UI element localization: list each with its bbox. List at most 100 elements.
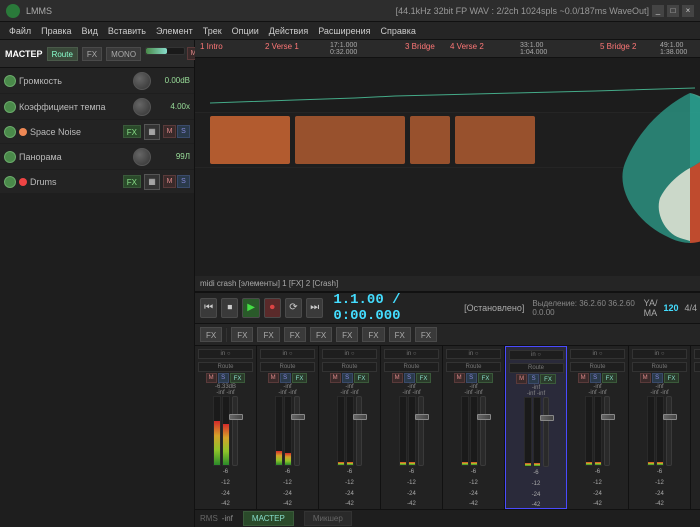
timeline-ruler[interactable]: 1 Intro 2 Verse 1 17:1.0000:32.000 3 Bri… <box>195 40 700 58</box>
ch8-mute[interactable]: M <box>640 373 651 383</box>
arrange-view[interactable]: 1 Intro 2 Verse 1 17:1.0000:32.000 3 Bri… <box>195 40 700 276</box>
ch8-fader[interactable] <box>666 396 672 466</box>
ch3-mute[interactable]: M <box>330 373 341 383</box>
mixer-fx3-button[interactable]: FX <box>284 327 306 342</box>
drums-clip-3[interactable] <box>410 116 450 164</box>
ch7-solo[interactable]: S <box>590 373 601 383</box>
ch4-mute[interactable]: M <box>392 373 403 383</box>
menu-options[interactable]: Опции <box>227 26 264 36</box>
ch5-fader-knob[interactable] <box>477 414 491 420</box>
ch5-solo[interactable]: S <box>466 373 477 383</box>
menu-actions[interactable]: Действия <box>264 26 313 36</box>
tempo-power-button[interactable] <box>4 101 16 113</box>
drums-fx-button[interactable]: FX <box>123 175 141 188</box>
mono-button[interactable]: MONO <box>106 47 141 61</box>
close-button[interactable]: × <box>682 5 694 17</box>
ch6-fader[interactable] <box>543 397 549 467</box>
ch4-fx[interactable]: FX <box>416 373 432 383</box>
mixer-fx8-button[interactable]: FX <box>415 327 437 342</box>
ch3-fader-knob[interactable] <box>353 414 367 420</box>
ch8-fx[interactable]: FX <box>664 373 680 383</box>
menu-element[interactable]: Элемент <box>151 26 198 36</box>
ch1-mute[interactable]: M <box>206 373 217 383</box>
ch8-solo[interactable]: S <box>652 373 663 383</box>
maximize-button[interactable]: □ <box>667 5 679 17</box>
panorama-value: 99Л <box>154 152 190 161</box>
master-tab[interactable]: МАСТЕР <box>243 511 294 526</box>
mixer-fx5-button[interactable]: FX <box>336 327 358 342</box>
panorama-power[interactable] <box>4 151 16 163</box>
ch6-solo[interactable]: S <box>528 374 539 384</box>
ch3-solo[interactable]: S <box>342 373 353 383</box>
loop-button[interactable]: ⟳ <box>285 298 302 318</box>
ch7-fx[interactable]: FX <box>602 373 618 383</box>
menu-view[interactable]: Вид <box>77 26 103 36</box>
menu-extensions[interactable]: Расширения <box>313 26 375 36</box>
volume-power-button[interactable] <box>4 75 16 87</box>
ch6-fx[interactable]: FX <box>540 374 556 384</box>
panorama-knob[interactable] <box>133 148 151 166</box>
ch4-fader-knob[interactable] <box>415 414 429 420</box>
space-noise-solo[interactable]: S <box>177 125 190 138</box>
drums-pattern-button[interactable]: ▦ <box>144 174 160 190</box>
ch3-fx[interactable]: FX <box>354 373 370 383</box>
drums-solo[interactable]: S <box>177 175 190 188</box>
ch1-fader-knob[interactable] <box>229 414 243 420</box>
ch6-fader-knob[interactable] <box>540 415 554 421</box>
ch7-fader-knob[interactable] <box>601 414 615 420</box>
marker-49: 49:1.001:38.000 <box>660 42 687 56</box>
mixer-fx4-button[interactable]: FX <box>310 327 332 342</box>
ch2-fx[interactable]: FX <box>292 373 308 383</box>
minimize-button[interactable]: _ <box>652 5 664 17</box>
ch7-mute[interactable]: M <box>578 373 589 383</box>
space-noise-fx-button[interactable]: FX <box>123 125 141 138</box>
ch2-solo[interactable]: S <box>280 373 291 383</box>
ch5-fx[interactable]: FX <box>478 373 494 383</box>
mixer-fx7-button[interactable]: FX <box>389 327 411 342</box>
ch1-top: in ○ <box>197 349 254 360</box>
menu-edit[interactable]: Правка <box>36 26 76 36</box>
ch2-mute[interactable]: M <box>268 373 279 383</box>
tempo-knob[interactable] <box>133 98 151 116</box>
ch1-fx[interactable]: FX <box>230 373 246 383</box>
space-noise-power[interactable] <box>4 126 16 138</box>
stop-button[interactable]: ⏹ <box>221 298 238 318</box>
ch4-fader[interactable] <box>418 396 424 466</box>
menu-track[interactable]: Трек <box>198 26 227 36</box>
add-marker-button[interactable]: ⏭ <box>306 298 323 318</box>
menu-insert[interactable]: Вставить <box>103 26 151 36</box>
mixer-fx6-button[interactable]: FX <box>362 327 384 342</box>
mixer-fx2-button[interactable]: FX <box>257 327 279 342</box>
rewind-button[interactable]: ⏮ <box>200 298 217 318</box>
drums-mute[interactable]: M <box>163 175 176 188</box>
ch1-solo[interactable]: S <box>218 373 229 383</box>
mixer-fx-button[interactable]: FX <box>200 327 222 342</box>
space-noise-mute[interactable]: M <box>163 125 176 138</box>
ch5-mute[interactable]: M <box>454 373 465 383</box>
ch2-fader[interactable] <box>294 396 300 466</box>
mixer-ch-button[interactable]: FX <box>231 327 253 342</box>
master-volume-slider[interactable] <box>145 47 185 55</box>
ch7-fader[interactable] <box>604 396 610 466</box>
record-button[interactable]: ⏺ <box>264 298 281 318</box>
mixer-tab[interactable]: Микшер <box>304 511 352 526</box>
volume-knob[interactable] <box>133 72 151 90</box>
drums-clip-2[interactable] <box>295 116 405 164</box>
drums-power[interactable] <box>4 176 16 188</box>
ch6-mute[interactable]: M <box>516 374 527 384</box>
menu-help[interactable]: Справка <box>376 26 421 36</box>
ch4-ms: M S FX <box>392 373 432 383</box>
drums-clip-4[interactable] <box>455 116 535 164</box>
ch2-fader-knob[interactable] <box>291 414 305 420</box>
ch8-fader-knob[interactable] <box>663 414 677 420</box>
ch3-fader[interactable] <box>356 396 362 466</box>
fx-button[interactable]: FX <box>82 47 102 61</box>
ch5-fader[interactable] <box>480 396 486 466</box>
route-button[interactable]: Route <box>47 47 78 61</box>
menu-file[interactable]: Файл <box>4 26 36 36</box>
drums-clip-1[interactable] <box>210 116 290 164</box>
play-button[interactable]: ▶ <box>242 298 259 318</box>
ch1-fader[interactable] <box>232 396 238 466</box>
space-noise-pattern-button[interactable]: ▦ <box>144 124 160 140</box>
ch4-solo[interactable]: S <box>404 373 415 383</box>
